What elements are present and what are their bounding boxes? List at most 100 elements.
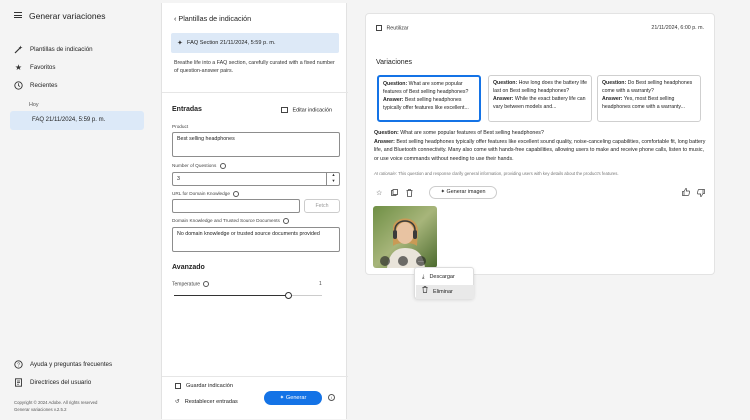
clock-icon <box>14 81 23 90</box>
nav-item-help[interactable]: ? Ayuda y preguntas frecuentes <box>14 360 112 369</box>
generate-image-button[interactable]: ✦ Generar imagen <box>429 186 497 199</box>
app-title: Generar variaciones <box>29 11 106 21</box>
star-icon: ★ <box>14 63 23 72</box>
svg-text:···: ··· <box>418 259 424 265</box>
selected-variation-text: Question: What are some popular features… <box>374 129 708 163</box>
nav-item-recent[interactable]: Recientes <box>14 81 58 90</box>
full-answer: Best selling headphones typically offer … <box>374 138 706 162</box>
favorite-star-icon[interactable]: ☆ <box>376 189 382 197</box>
template-description: Breathe life into a FAQ section, careful… <box>174 60 335 74</box>
delete-icon <box>422 285 428 299</box>
generate-button[interactable]: ✦ Generar <box>264 391 322 405</box>
variation-card-2[interactable]: Question: How long does the battery life… <box>488 75 592 122</box>
temperature-slider-rest <box>288 295 322 296</box>
reuse-icon <box>376 25 382 31</box>
variations-heading: Variaciones <box>376 59 413 66</box>
answer-prefix: Answer: <box>374 138 395 145</box>
info-icon[interactable] <box>219 163 226 169</box>
temperature-value: 1 <box>319 281 322 287</box>
num-questions-label: Number of Questions <box>172 163 226 169</box>
info-icon[interactable] <box>203 281 210 287</box>
reuse-label: Reutilizar <box>386 25 409 32</box>
question-prefix: Question: <box>374 130 399 136</box>
recent-section-today: Hoy <box>29 102 39 108</box>
save-icon <box>175 383 181 389</box>
knowledge-label-text: Domain Knowledge and Trusted Source Docu… <box>172 218 280 224</box>
nav-item-label: Favoritos <box>30 64 56 71</box>
download-label: Descargar <box>429 274 455 280</box>
info-icon[interactable] <box>283 218 290 224</box>
thumbs-up-icon[interactable] <box>682 188 691 198</box>
selected-template: ✦ FAQ Section 21/11/2024, 5:59 p. m. <box>171 33 339 53</box>
prompt-panel: ‹ Plantillas de indicación ✦ FAQ Section… <box>161 3 348 419</box>
left-navigation: Generar variaciones Plantillas de indica… <box>0 0 160 420</box>
template-name: FAQ Section 21/11/2024, 5:59 p. m. <box>187 40 276 46</box>
knowledge-label: Domain Knowledge and Trusted Source Docu… <box>172 218 290 224</box>
nav-item-label: Ayuda y preguntas frecuentes <box>30 361 113 368</box>
url-input[interactable] <box>172 199 300 213</box>
sparkle-icon: ✦ <box>177 40 183 47</box>
num-questions-input[interactable]: 3 <box>172 172 340 186</box>
nav-item-favorites[interactable]: ★ Favoritos <box>14 63 56 72</box>
menu-item-delete[interactable]: Eliminar <box>416 285 474 299</box>
answer-prefix: Answer: <box>493 96 514 102</box>
nav-item-prompt-templates[interactable]: Plantillas de indicación <box>14 45 93 54</box>
edit-prompt-label: Editar indicación <box>292 107 333 114</box>
rationale-text: This question and response clarify gener… <box>398 171 619 176</box>
ai-rationale: AI rationale: This question and response… <box>374 171 619 176</box>
answer-prefix: Answer: <box>602 96 623 102</box>
thumbs-down-icon[interactable] <box>696 189 705 199</box>
variation-card-1[interactable]: Question: What are some popular features… <box>377 75 481 122</box>
nav-item-label: Directrices del usuario <box>30 379 92 386</box>
version-text: Generar variaciones v.2.5.2 <box>14 407 67 412</box>
delete-label: Eliminar <box>433 289 453 295</box>
temperature-label: Temperature <box>172 281 210 287</box>
variation-card-3[interactable]: Question: Do Best selling headphones com… <box>597 75 701 122</box>
url-label-text: URL for Domain Knowledge <box>172 191 230 197</box>
edit-prompt-button[interactable]: Editar indicación <box>281 107 332 113</box>
num-questions-label-text: Number of Questions <box>172 163 217 169</box>
answer-prefix: Answer: <box>383 97 404 103</box>
result-card: Reutilizar 21/11/2024, 6:00 p. m. Variac… <box>365 13 715 275</box>
generated-image[interactable]: ··· <box>373 206 437 268</box>
nav-item-label: Plantillas de indicación <box>30 46 93 53</box>
svg-text:?: ? <box>17 362 20 368</box>
nav-item-label: Recientes <box>30 82 58 89</box>
menu-item-download[interactable]: ⤓ Descargar <box>416 270 474 284</box>
recent-item-selected[interactable]: FAQ 21/11/2024, 5:59 p. m. <box>10 111 144 130</box>
edit-icon <box>281 107 288 113</box>
recent-item-label: FAQ 21/11/2024, 5:59 p. m. <box>32 117 106 123</box>
nav-item-guidelines[interactable]: Directrices del usuario <box>14 378 91 387</box>
reset-inputs-button[interactable]: ↺ Restablecer entradas <box>175 399 238 405</box>
copy-icon[interactable] <box>391 189 398 198</box>
knowledge-input[interactable]: No domain knowledge or trusted source do… <box>172 227 340 252</box>
delete-icon[interactable] <box>406 189 413 199</box>
temperature-slider-handle[interactable] <box>285 292 292 299</box>
inputs-heading: Entradas <box>172 106 202 113</box>
reuse-button[interactable]: Reutilizar <box>376 25 409 31</box>
question-prefix: Question: <box>602 80 627 86</box>
image-context-menu: ⤓ Descargar Eliminar <box>414 267 474 299</box>
save-prompt-button[interactable]: Guardar indicación <box>175 383 233 389</box>
quantity-stepper[interactable]: ▲ ▼ <box>326 172 340 186</box>
copyright-text: Copyright © 2024 Adobe. All rights reser… <box>14 400 98 405</box>
reset-inputs-label: Restablecer entradas <box>184 399 238 405</box>
info-icon[interactable]: i <box>328 394 335 401</box>
info-icon[interactable] <box>233 191 240 197</box>
back-to-templates-link[interactable]: ‹ Plantillas de indicación <box>174 14 251 23</box>
product-label: Product <box>172 124 189 129</box>
divider <box>162 376 348 377</box>
chevron-left-icon: ‹ <box>174 14 177 23</box>
temperature-slider-track[interactable] <box>174 295 288 296</box>
hamburger-menu-icon[interactable] <box>14 12 22 18</box>
divider <box>162 92 348 93</box>
url-label: URL for Domain Knowledge <box>172 191 240 197</box>
advanced-heading: Avanzado <box>172 264 205 271</box>
fetch-button[interactable]: Fetch <box>304 199 340 213</box>
rationale-prefix: AI rationale: <box>374 171 397 176</box>
download-icon: ⤓ <box>422 274 425 280</box>
help-icon: ? <box>14 360 23 369</box>
product-input[interactable]: Best selling headphones <box>172 132 340 157</box>
question-prefix: Question: <box>493 80 518 86</box>
full-question: What are some popular features of Best s… <box>400 130 544 136</box>
